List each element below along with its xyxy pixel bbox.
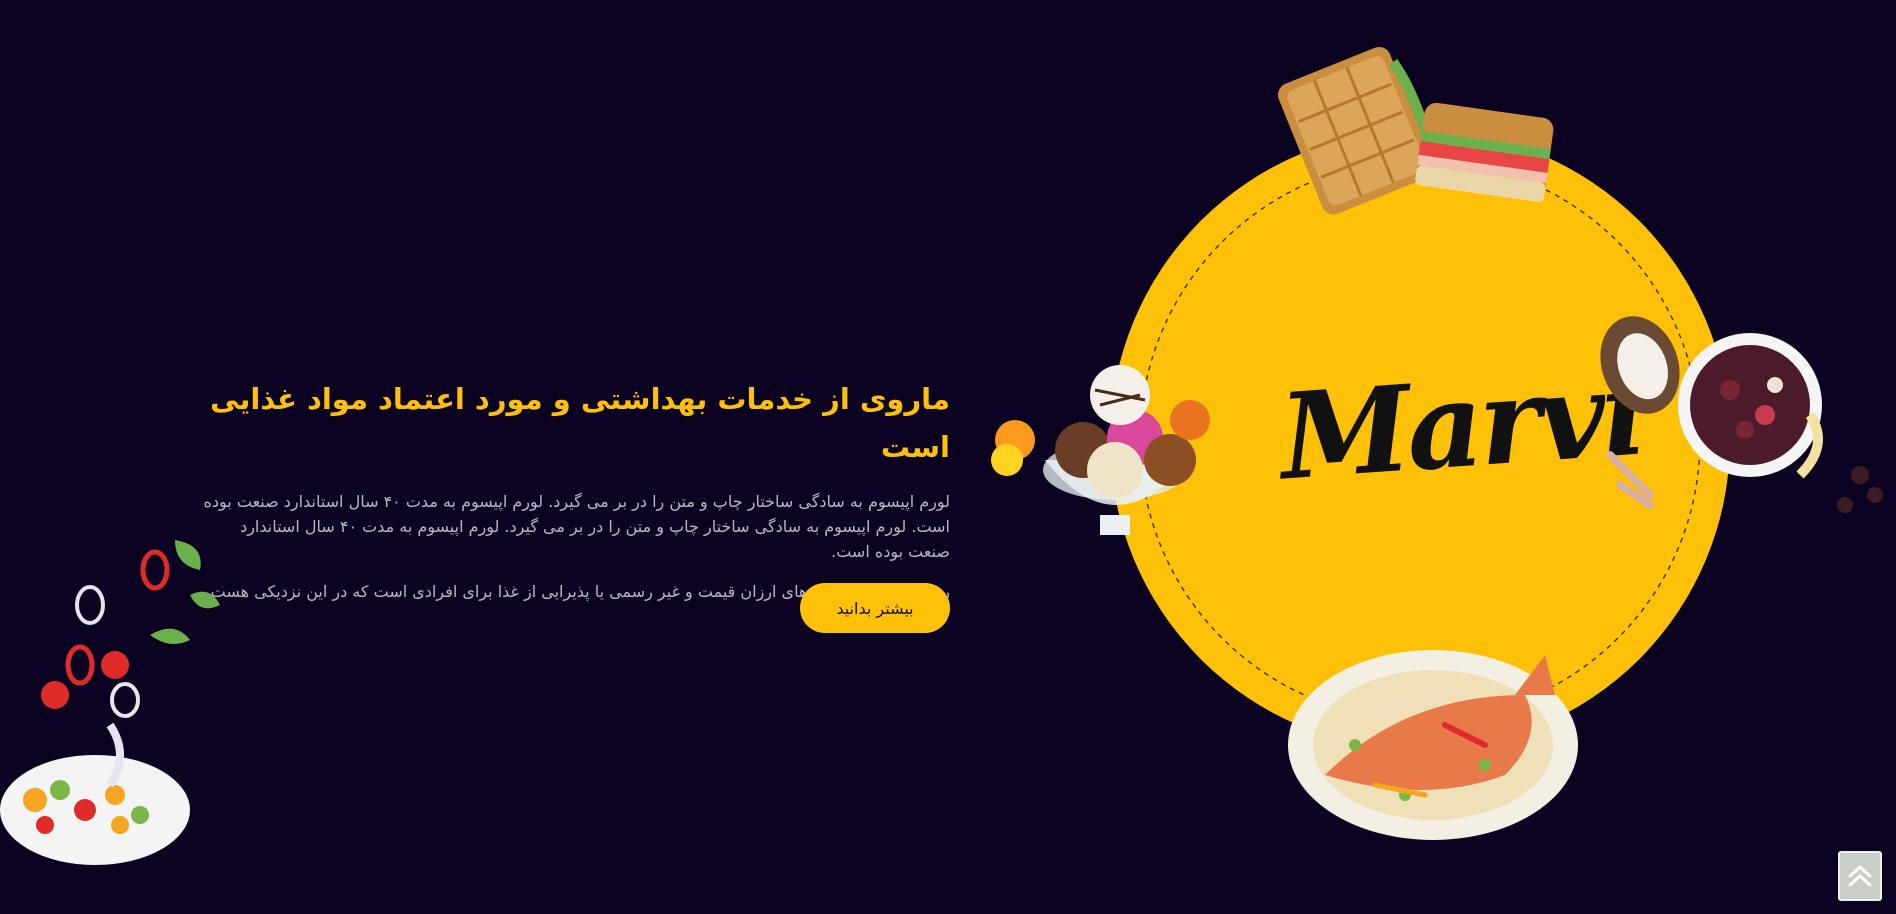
salad-image [0,540,220,865]
double-chevron-up-icon [1848,865,1872,887]
sandwich-image [1278,46,1554,215]
ice-cream-image [991,365,1210,535]
hero-section: ماروی از خدمات بهداشتی و مورد اعتماد موا… [0,0,1896,914]
fish-plate-image [1288,650,1578,840]
hero-artwork: Marvi [0,0,1896,914]
acai-bowl-image [1600,316,1883,513]
back-to-top-button[interactable] [1838,851,1882,901]
